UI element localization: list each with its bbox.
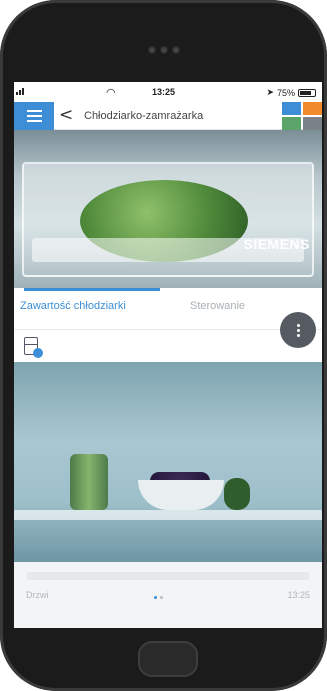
glass-shelf <box>14 510 322 520</box>
more-options-icon <box>296 323 300 327</box>
app-tiles-button[interactable] <box>282 102 322 130</box>
tab-fridge-contents[interactable]: Zawartość chłodziarki <box>20 300 126 312</box>
more-options-button[interactable] <box>280 312 316 348</box>
active-tab-indicator <box>24 288 160 291</box>
cucumber-image <box>224 478 250 510</box>
phone-frame: ◠ 13:25 ➤ 75% < Chłodziarko-zamrażarka S… <box>0 0 327 691</box>
fridge-hero-image: SIEMENS <box>14 130 322 288</box>
brand-logo: SIEMENS <box>243 236 310 252</box>
view-toolbar <box>14 330 322 362</box>
door-label: Drzwi <box>26 590 49 600</box>
capture-time: 13:25 <box>287 590 310 600</box>
jar-image <box>70 454 108 510</box>
image-footer: Drzwi 13:25 <box>14 562 322 628</box>
location-arrow-icon: ➤ <box>266 87 274 97</box>
app-screen: ◠ 13:25 ➤ 75% < Chłodziarko-zamrażarka S… <box>14 82 322 628</box>
page-title: Chłodziarko-zamrażarka <box>84 110 204 122</box>
signal-icon <box>16 88 24 95</box>
home-button[interactable] <box>138 641 198 677</box>
back-chevron-icon[interactable]: < <box>59 105 73 125</box>
timeline-slider[interactable] <box>26 572 310 580</box>
battery-percent: 75% <box>276 87 295 98</box>
fridge-icon[interactable] <box>24 337 43 358</box>
fridge-camera-view <box>14 362 322 562</box>
wifi-icon: ◠ <box>106 87 116 99</box>
front-camera-speaker <box>147 46 180 54</box>
battery-icon <box>298 88 316 97</box>
tab-bar: Zawartość chłodziarki Sterowanie <box>14 288 322 330</box>
bowl-image <box>138 480 224 510</box>
menu-icon <box>26 110 42 112</box>
battery-group: ➤ 75% <box>266 87 316 98</box>
page-indicator[interactable] <box>154 596 163 599</box>
top-nav-bar: < Chłodziarko-zamrażarka <box>14 102 322 130</box>
status-time: 13:25 <box>152 87 176 97</box>
menu-button[interactable] <box>14 102 54 130</box>
tab-controls[interactable]: Sterowanie <box>190 300 245 312</box>
status-bar: ◠ 13:25 ➤ 75% <box>14 82 322 102</box>
